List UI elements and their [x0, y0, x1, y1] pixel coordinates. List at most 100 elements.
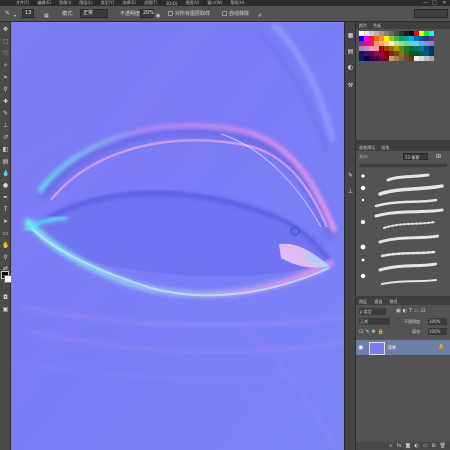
mode-select[interactable]: 正常: [80, 9, 108, 18]
opacity-pressure-icon[interactable]: ◉: [156, 13, 160, 19]
brush-presets-panel: 画笔预设 画笔 大小: 13 像素 ⊞: [355, 144, 450, 296]
brush-stroke: [374, 198, 438, 208]
lasso-tool-icon[interactable]: ➰: [2, 50, 9, 57]
color-swatch[interactable]: [429, 56, 434, 61]
workspace-switcher[interactable]: [414, 9, 448, 18]
quick-mask-icon[interactable]: ◘: [2, 294, 9, 301]
layer-style-icon[interactable]: fx: [397, 443, 402, 449]
eyedropper-tool-icon[interactable]: ⚲: [2, 86, 9, 93]
eraser-tool-icon[interactable]: ◧: [2, 146, 9, 153]
brush-dot: [361, 258, 365, 262]
blend-mode-select[interactable]: 正常: [359, 318, 390, 325]
layers-panel-tabs: 图层 通道 路径: [356, 298, 450, 305]
brush-stroke: [380, 250, 436, 258]
brush-dot: [360, 244, 366, 250]
options-bar: ✎ ▾ 13 ▦ 模式: 正常 不透明度: 20% ◉ 对所有图层取样 自动抹除…: [0, 6, 450, 22]
history-panel-icon[interactable]: ▦: [347, 32, 354, 39]
tab-channels[interactable]: 通道: [374, 299, 382, 304]
layer-kind-filter[interactable]: ρ 类型: [359, 308, 386, 315]
layer-name: 背景: [388, 345, 396, 350]
blur-tool-icon[interactable]: 💧: [2, 170, 9, 177]
opacity-input[interactable]: 20%: [140, 9, 154, 18]
link-layers-icon[interactable]: ∞: [389, 443, 393, 449]
layer-row[interactable]: ◉ 背景 🔒: [356, 340, 450, 355]
tab-layers[interactable]: 图层: [359, 299, 367, 304]
path-select-tool-icon[interactable]: ➤: [2, 218, 9, 225]
swatches-panel: 颜色 色板: [355, 22, 450, 140]
chevron-down-icon[interactable]: ▾: [14, 13, 16, 18]
healing-brush-tool-icon[interactable]: ✚: [2, 98, 9, 105]
zoom-tool-icon[interactable]: ⚲: [2, 254, 9, 261]
adjustments-panel-icon[interactable]: ◐: [347, 64, 354, 71]
sample-all-checkbox[interactable]: [168, 11, 173, 16]
shape-tool-icon[interactable]: ▭: [2, 230, 9, 237]
brush-tool-icon[interactable]: ✎: [2, 110, 9, 117]
mode-label: 模式:: [62, 11, 74, 17]
brush-size-picker[interactable]: 13: [22, 9, 34, 18]
quick-select-tool-icon[interactable]: ✧: [2, 62, 9, 69]
move-tool-icon[interactable]: ✥: [2, 26, 9, 33]
size-slider[interactable]: [359, 164, 447, 167]
new-layer-icon[interactable]: ⊞: [431, 443, 435, 449]
brush-panel-tabs: 画笔预设 画笔: [356, 144, 450, 151]
screen-mode-icon[interactable]: ▣: [2, 306, 9, 313]
add-mask-icon[interactable]: ◙: [405, 443, 410, 449]
layer-opacity-label: 不透明度:: [404, 319, 422, 324]
swatches-panel-tabs: 颜色 色板: [356, 22, 450, 29]
marquee-tool-icon[interactable]: ⬚: [2, 38, 9, 45]
dodge-tool-icon[interactable]: ●: [2, 182, 9, 189]
auto-erase-label: 自动抹除: [229, 11, 250, 17]
layer-thumbnail: [369, 342, 385, 355]
crop-tool-icon[interactable]: ⌗: [2, 74, 9, 81]
brush-stroke: [374, 208, 444, 218]
sample-all-label: 对所有图层取样: [175, 11, 211, 17]
swatch-grid: [359, 31, 434, 61]
lock-icon: 🔒: [438, 344, 445, 350]
lock-icons[interactable]: ⊡✎✥🔒: [359, 329, 386, 335]
new-preset-icon[interactable]: ⊞: [436, 153, 441, 160]
brush-stroke: [378, 184, 444, 196]
brush-dot: [361, 220, 365, 224]
tab-brush-presets[interactable]: 画笔预设: [359, 145, 375, 150]
tab-color[interactable]: 颜色: [359, 23, 367, 28]
layers-bottom-bar: ∞ fx ◙ ◐ ▭ ⊞ 🗑: [356, 442, 450, 450]
layer-filter-icons[interactable]: ▣◐T▭⊡: [396, 308, 427, 314]
brush-size-input[interactable]: 13 像素: [403, 153, 428, 160]
pressure-size-icon[interactable]: ✐: [258, 13, 262, 19]
brush-size-label: 大小:: [359, 154, 369, 159]
brush-dot: [361, 198, 365, 202]
tab-paths[interactable]: 路径: [390, 299, 398, 304]
fill-input[interactable]: 100%: [428, 328, 447, 335]
tool-presets-icon[interactable]: ⚒: [347, 82, 354, 89]
history-brush-tool-icon[interactable]: ↺: [2, 134, 9, 141]
auto-erase-checkbox[interactable]: [222, 11, 227, 16]
brush-stroke: [378, 262, 438, 272]
brush-panel-toggle-icon[interactable]: ▦: [44, 13, 49, 19]
brush-preset-list[interactable]: [358, 170, 448, 294]
brush-stroke: [383, 221, 435, 229]
menu-3d[interactable]: 3D(D): [166, 1, 178, 6]
new-group-icon[interactable]: ▭: [423, 443, 428, 449]
clone-source-icon[interactable]: ⊥: [347, 188, 354, 195]
brush-stroke: [378, 234, 440, 244]
trash-icon[interactable]: 🗑: [440, 443, 446, 449]
eye-icon[interactable]: ◉: [358, 344, 363, 351]
opacity-label: 不透明度:: [120, 11, 142, 17]
brush-dot: [361, 174, 365, 178]
adjustment-layer-icon[interactable]: ◐: [414, 443, 418, 449]
layers-panel: 图层 通道 路径 ρ 类型 ▣◐T▭⊡ 正常 不透明度: 100% ⊡✎✥🔒 填…: [355, 298, 450, 450]
clone-stamp-tool-icon[interactable]: ⊥: [2, 122, 9, 129]
gradient-tool-icon[interactable]: ▤: [2, 158, 9, 165]
document-canvas[interactable]: [11, 22, 344, 450]
type-tool-icon[interactable]: T: [2, 206, 9, 213]
layer-opacity-input[interactable]: 100%: [428, 318, 447, 325]
brush-panel-icon[interactable]: ✎: [347, 172, 354, 179]
brush-stroke: [381, 279, 437, 285]
pen-tool-icon[interactable]: ✒: [2, 194, 9, 201]
hand-tool-icon[interactable]: ✋: [2, 242, 9, 249]
brush-tool-preset-icon[interactable]: ✎: [4, 10, 11, 17]
properties-panel-icon[interactable]: ▤: [347, 48, 354, 55]
tab-brush[interactable]: 画笔: [381, 145, 389, 150]
brush-dot: [360, 185, 366, 191]
tab-swatches[interactable]: 色板: [373, 23, 381, 28]
